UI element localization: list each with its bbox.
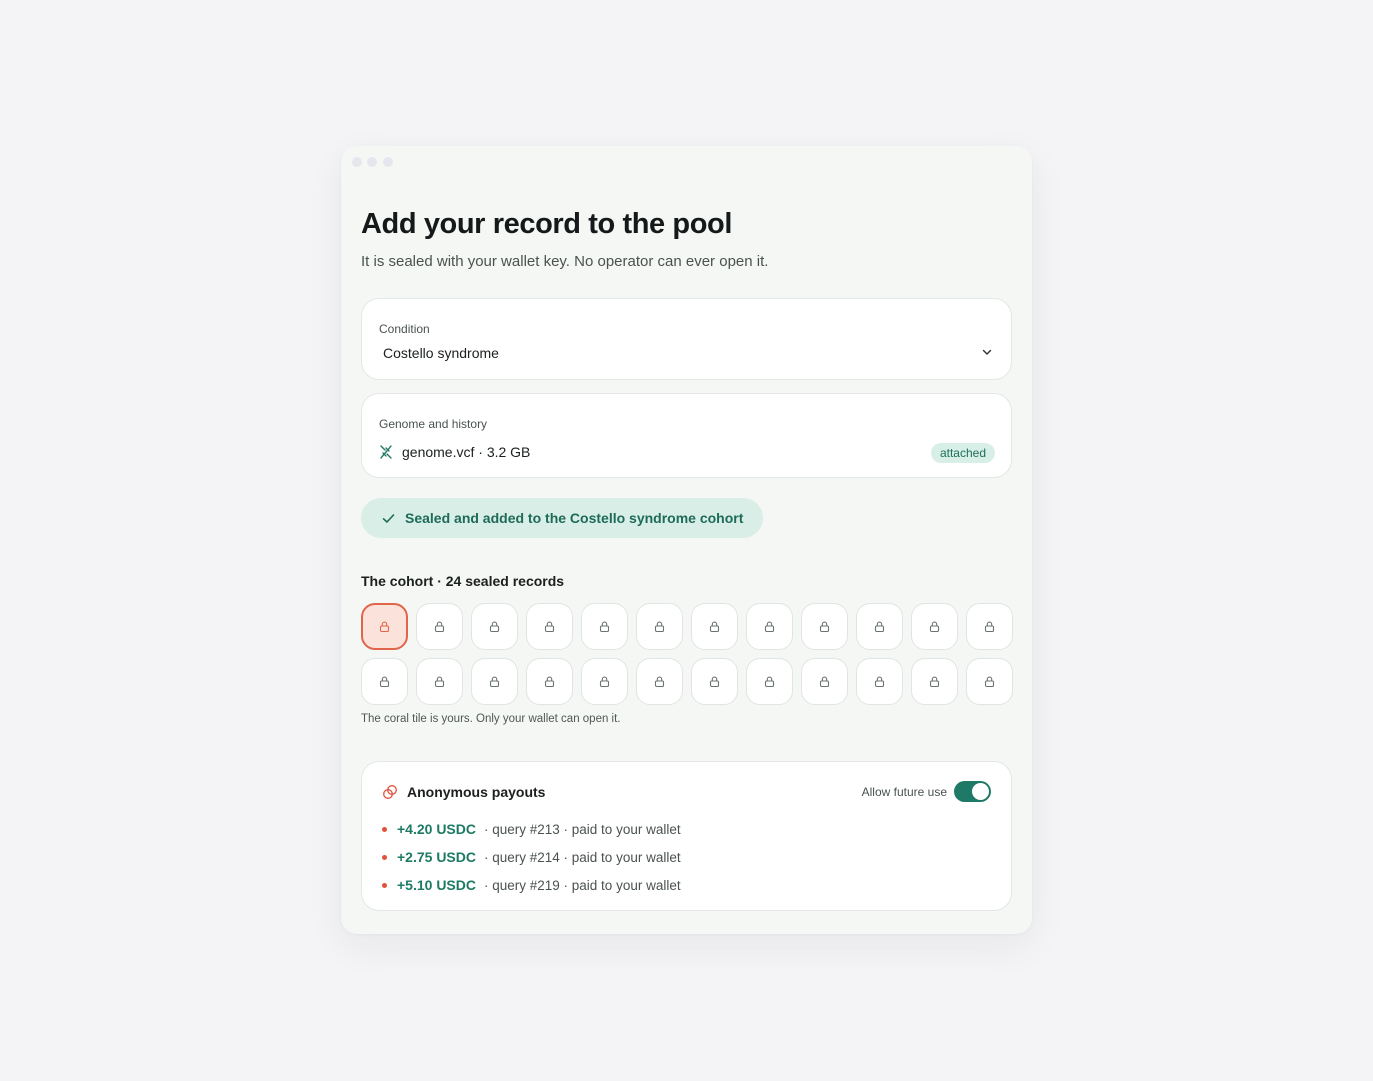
cohort-record-tile[interactable] [691,603,738,650]
cohort-record-tile[interactable] [911,603,958,650]
allow-future-use-label: Allow future use [861,785,947,799]
lock-icon [764,621,775,633]
condition-label: Condition [379,322,430,336]
condition-select[interactable]: Condition Costello syndrome [361,298,1012,380]
payout-bullet [382,882,387,888]
lock-icon [489,676,500,688]
cohort-record-tile[interactable] [471,603,518,650]
payout-amount: +2.75 USDC [397,849,476,865]
attached-badge: attached [930,443,995,463]
lock-icon [654,676,665,688]
page-title: Add your record to the pool [361,208,733,240]
lock-icon [819,676,830,688]
payout-row: +2.75 USDC · query #214 · paid to your wa… [382,843,681,871]
lock-icon [379,676,390,688]
cohort-record-tile[interactable] [471,658,518,705]
lock-icon [984,621,995,633]
cohort-record-tile[interactable] [801,658,848,705]
sealed-status-pill: Sealed and added to the Costello syndrom… [361,498,764,538]
lock-icon [599,676,610,688]
cohort-record-tile[interactable] [361,658,408,705]
cohort-record-tile[interactable] [746,603,793,650]
payout-bullet [382,854,387,860]
lock-icon [599,621,610,633]
payout-detail: · query #213 · paid to your wallet [483,821,681,837]
lock-icon [379,621,390,633]
lock-icon [764,676,775,688]
payout-detail: · query #214 · paid to your wallet [483,849,681,865]
payouts-card: Anonymous payouts Allow future use +4.20… [361,761,1012,911]
payout-bullet [382,826,387,832]
cohort-note: The coral tile is yours. Only your walle… [361,713,621,725]
genome-label: Genome and history [379,417,488,431]
cohort-record-tile[interactable] [581,658,628,705]
window-dot-close[interactable] [352,157,362,167]
my-record-tile[interactable] [361,603,408,650]
lock-icon [709,621,720,633]
cohort-record-tile[interactable] [691,658,738,705]
payout-row: +4.20 USDC · query #213 · paid to your wa… [382,815,681,843]
lock-icon [434,621,445,633]
cohort-record-tile[interactable] [966,603,1013,650]
window-titlebar [341,146,1032,180]
cohort-record-tile[interactable] [746,658,793,705]
dna-icon [380,445,392,459]
cohort-record-tile[interactable] [636,658,683,705]
payouts-title: Anonymous payouts [407,784,546,800]
toggle-knob [972,783,989,800]
lock-icon [929,621,940,633]
lock-icon [489,621,500,633]
allow-future-use-toggle[interactable] [954,781,991,802]
condition-value: Costello syndrome [383,345,499,361]
cohort-record-tile[interactable] [581,603,628,650]
cohort-record-tile[interactable] [911,658,958,705]
sealed-status-text: Sealed and added to the Costello syndrom… [405,510,744,526]
window-dot-minimize[interactable] [367,157,377,167]
cohort-record-tile[interactable] [416,658,463,705]
lock-icon [544,676,555,688]
genome-upload-card[interactable]: Genome and history genome.vcf · 3.2 GB a… [361,393,1012,478]
lock-icon [874,676,885,688]
cohort-record-tile[interactable] [966,658,1013,705]
coins-icon [383,785,397,799]
cohort-record-tile[interactable] [636,603,683,650]
app-window: Add your record to the pool It is sealed… [341,146,1032,934]
cohort-grid [361,603,1013,705]
payout-row: +5.10 USDC · query #219 · paid to your wa… [382,871,681,899]
genome-file-name: genome.vcf · 3.2 GB [402,444,531,460]
chevron-down-icon [982,349,992,355]
lock-icon [984,676,995,688]
lock-icon [709,676,720,688]
cohort-record-tile[interactable] [801,603,848,650]
lock-icon [434,676,445,688]
cohort-title: The cohort · 24 sealed records [361,573,565,589]
cohort-record-tile[interactable] [526,603,573,650]
window-dot-maximize[interactable] [383,157,393,167]
cohort-record-tile[interactable] [856,603,903,650]
lock-icon [929,676,940,688]
check-icon [382,514,395,523]
cohort-record-tile[interactable] [416,603,463,650]
cohort-record-tile[interactable] [856,658,903,705]
lock-icon [544,621,555,633]
lock-icon [819,621,830,633]
payout-amount: +5.10 USDC [397,877,476,893]
lock-icon [654,621,665,633]
cohort-record-tile[interactable] [526,658,573,705]
lock-icon [874,621,885,633]
page-subtitle: It is sealed with your wallet key. No op… [361,253,769,270]
payout-list: +4.20 USDC · query #213 · paid to your wa… [382,815,681,899]
payout-detail: · query #219 · paid to your wallet [483,877,681,893]
payout-amount: +4.20 USDC [397,821,476,837]
